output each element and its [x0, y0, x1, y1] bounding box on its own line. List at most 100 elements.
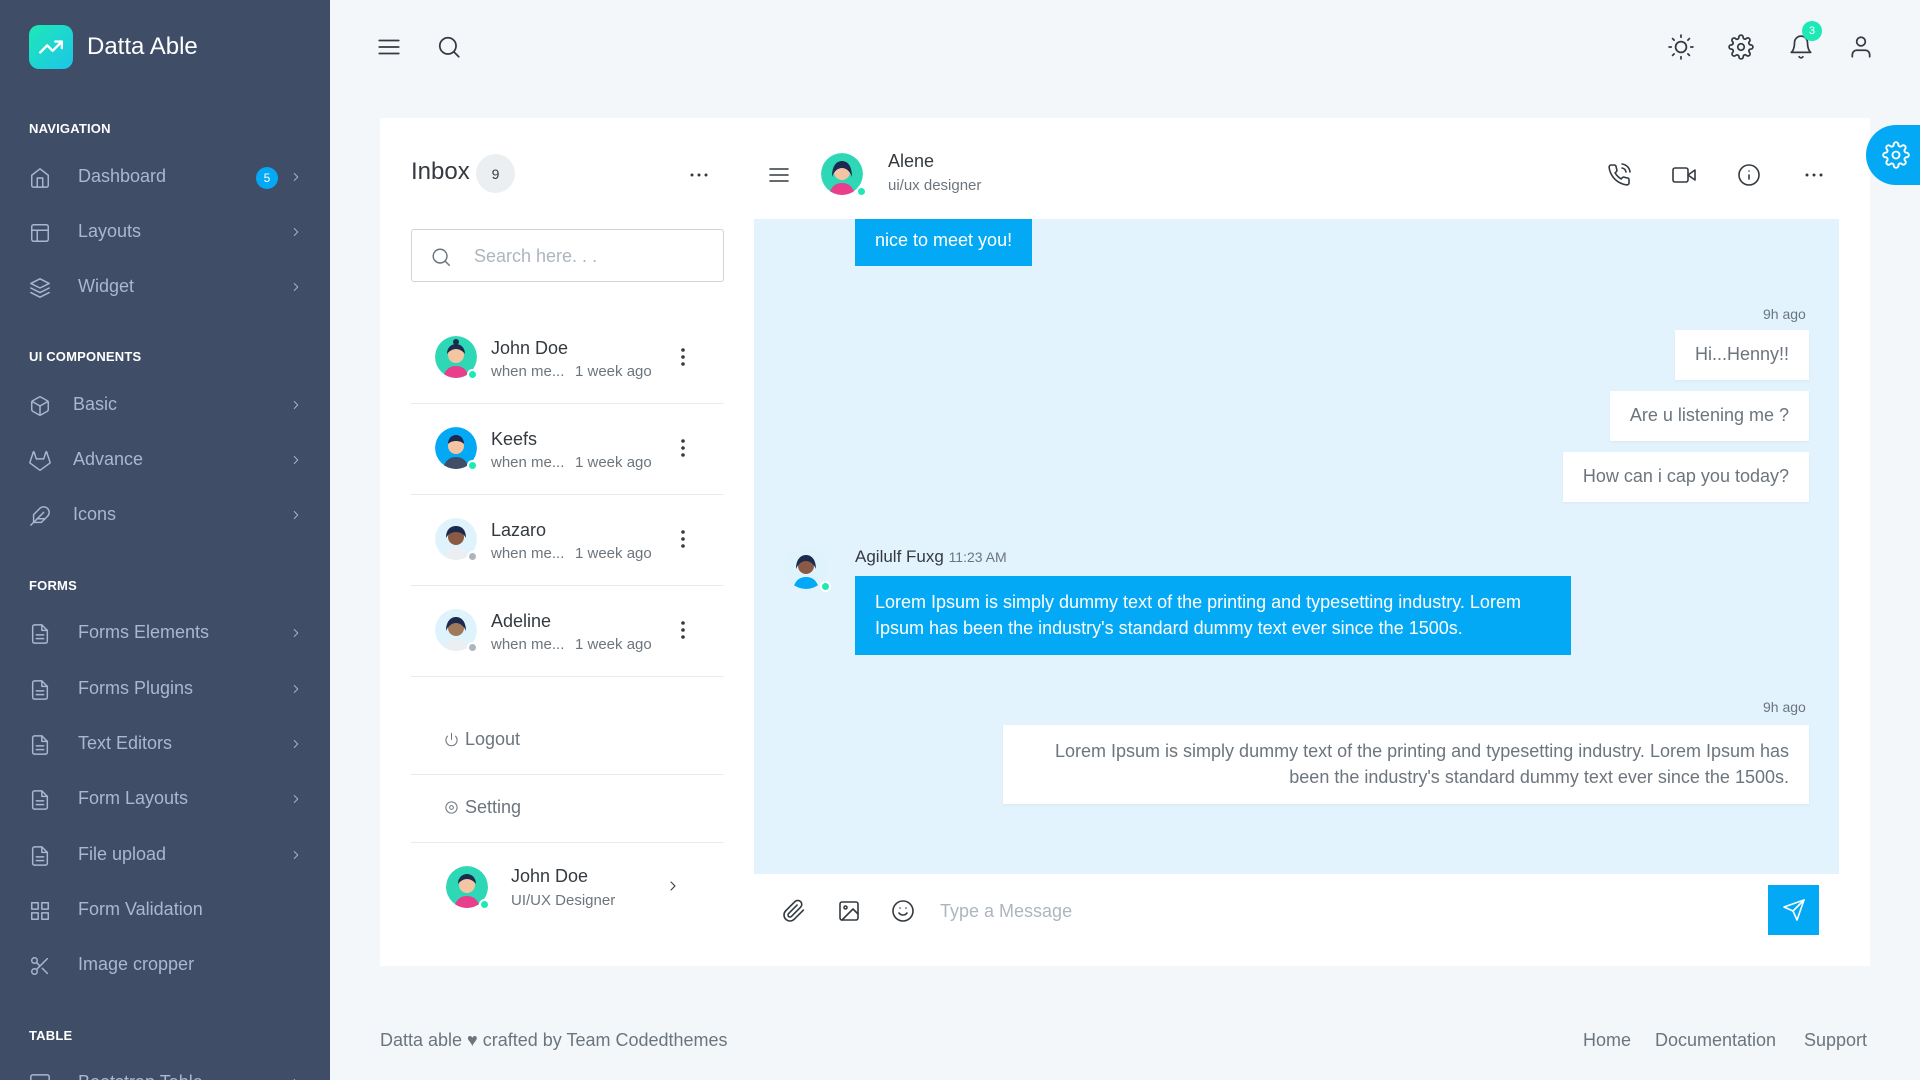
- chevron-right-icon: [293, 629, 299, 637]
- chat-contact-role: ui/ux designer: [888, 177, 982, 194]
- more-horizontal-icon[interactable]: [1802, 163, 1826, 187]
- user-icon[interactable]: [1848, 34, 1874, 60]
- inbox-search: [411, 229, 724, 282]
- brand[interactable]: Datta Able: [29, 25, 198, 69]
- contact-name: John Doe: [491, 338, 569, 358]
- chat-contact-name: Alene: [888, 151, 935, 171]
- sidebar-item-label: Layouts: [78, 221, 142, 241]
- more-vertical-icon[interactable]: [673, 345, 693, 369]
- chevron-right-icon: [293, 511, 299, 519]
- phone-call-icon[interactable]: [1607, 163, 1631, 187]
- message-bubble-incoming: nice to meet you!: [855, 219, 1033, 266]
- more-vertical-icon[interactable]: [673, 436, 693, 460]
- contact-item[interactable]: John Doe when me... 1 week ago: [411, 313, 724, 404]
- divider: [411, 842, 724, 843]
- send-button[interactable]: [1768, 885, 1819, 935]
- settings-icon[interactable]: [1728, 34, 1754, 60]
- power-icon: [445, 732, 458, 747]
- sidebar-item-layouts[interactable]: Layouts: [0, 208, 330, 256]
- section-forms: FORMS: [29, 578, 77, 593]
- home-icon: [31, 168, 49, 188]
- chat-messages[interactable]: nice to meet you! 9h ago Hi...Henny!! Ar…: [754, 219, 1839, 874]
- layout-icon: [31, 224, 49, 242]
- video-icon[interactable]: [1672, 163, 1696, 187]
- sidebar-item-widget[interactable]: Widget: [0, 263, 330, 311]
- sidebar-item-dashboard[interactable]: Dashboard 5: [0, 153, 330, 201]
- sun-icon[interactable]: [1668, 34, 1694, 60]
- logout-link[interactable]: Logout: [444, 729, 520, 750]
- footer-link-documentation[interactable]: Documentation: [1655, 1030, 1776, 1051]
- contact-name: Adeline: [491, 611, 552, 631]
- more-horizontal-icon[interactable]: [687, 163, 711, 187]
- trending-up-icon: [29, 25, 73, 69]
- grid-icon: [31, 902, 49, 920]
- sidebar-item-text-editors[interactable]: Text Editors: [0, 720, 330, 768]
- contact-item[interactable]: Lazaro when me... 1 week ago: [411, 495, 724, 586]
- chevron-right-icon: [293, 1079, 296, 1080]
- online-status: [856, 186, 867, 197]
- sidebar-item-label: Widget: [78, 276, 135, 296]
- contact-name: Keefs: [491, 429, 538, 449]
- more-vertical-icon[interactable]: [673, 527, 693, 551]
- search-icon: [432, 248, 450, 266]
- message-bubble-outgoing: Lorem Ipsum is simply dummy text of the …: [1003, 725, 1809, 804]
- file-text-icon: [31, 680, 49, 700]
- smile-icon[interactable]: [891, 899, 915, 923]
- contact-preview: when me...: [491, 636, 565, 653]
- customizer-button[interactable]: [1866, 125, 1920, 185]
- sidebar-item-forms-elements[interactable]: Forms Elements: [0, 609, 330, 657]
- sidebar-item-label: Dashboard: [78, 166, 167, 186]
- chevron-right-icon: [293, 685, 299, 693]
- more-vertical-icon[interactable]: [673, 618, 693, 642]
- chevron-right-icon: [293, 795, 299, 803]
- message-bubble-incoming: Lorem Ipsum is simply dummy text of the …: [855, 576, 1571, 655]
- paperclip-icon[interactable]: [782, 899, 806, 923]
- sidebar-item-label: Advance: [73, 449, 144, 469]
- search-icon[interactable]: [436, 34, 462, 60]
- sidebar-item-label: Forms Elements: [78, 622, 210, 642]
- search-input[interactable]: [474, 242, 704, 270]
- profile-role: UI/UX Designer: [511, 892, 616, 909]
- contact-item[interactable]: Keefs when me... 1 week ago: [411, 404, 724, 495]
- message-input[interactable]: [940, 895, 1730, 927]
- contact-preview: when me...: [491, 363, 565, 380]
- sidebar-item-image-cropper[interactable]: Image cropper: [0, 941, 330, 989]
- contact-time: 1 week ago: [575, 363, 652, 380]
- sidebar-item-form-layouts[interactable]: Form Layouts: [0, 775, 330, 823]
- footer-link-home[interactable]: Home: [1583, 1030, 1631, 1051]
- sidebar-item-basic[interactable]: Basic: [0, 381, 330, 429]
- online-status: [467, 369, 478, 380]
- file-text-icon: [31, 846, 49, 866]
- chevron-right-icon: [293, 456, 299, 464]
- file-text-icon: [31, 735, 49, 755]
- contact-item[interactable]: Adeline when me... 1 week ago: [411, 586, 724, 677]
- settings-icon: [1882, 141, 1910, 169]
- setting-link[interactable]: Setting: [444, 797, 521, 818]
- sidebar-item-file-upload[interactable]: File upload: [0, 831, 330, 879]
- sidebar-item-bootstrap-table[interactable]: Bootstrap Table: [0, 1059, 330, 1080]
- sidebar-item-advance[interactable]: Advance: [0, 436, 330, 484]
- footer-link-support[interactable]: Support: [1804, 1030, 1867, 1051]
- message-time: 9h ago: [1763, 306, 1806, 322]
- message-bubble-outgoing: How can i cap you today?: [1562, 452, 1809, 502]
- online-status: [820, 581, 831, 592]
- offline-status: [467, 551, 478, 562]
- sidebar-item-label: Image cropper: [78, 954, 195, 974]
- profile-item[interactable]: John Doe UI/UX Designer: [411, 852, 724, 924]
- info-icon[interactable]: [1737, 163, 1761, 187]
- menu-icon[interactable]: [376, 34, 402, 60]
- server-icon: [30, 1074, 50, 1080]
- chevron-right-icon: [670, 881, 676, 891]
- message-bubble-outgoing: Hi...Henny!!: [1674, 330, 1809, 380]
- brand-name: Datta Able: [87, 33, 198, 60]
- menu-icon[interactable]: [767, 163, 791, 187]
- image-icon[interactable]: [837, 899, 861, 923]
- online-status: [479, 899, 490, 910]
- contact-preview: when me...: [491, 454, 565, 471]
- sidebar-item-icons[interactable]: Icons: [0, 491, 330, 539]
- box-icon: [31, 396, 49, 416]
- sidebar-item-forms-plugins[interactable]: Forms Plugins: [0, 665, 330, 713]
- contact-name: Lazaro: [491, 520, 547, 540]
- sidebar-item-form-validation[interactable]: Form Validation: [0, 886, 330, 934]
- layers-icon: [30, 278, 50, 298]
